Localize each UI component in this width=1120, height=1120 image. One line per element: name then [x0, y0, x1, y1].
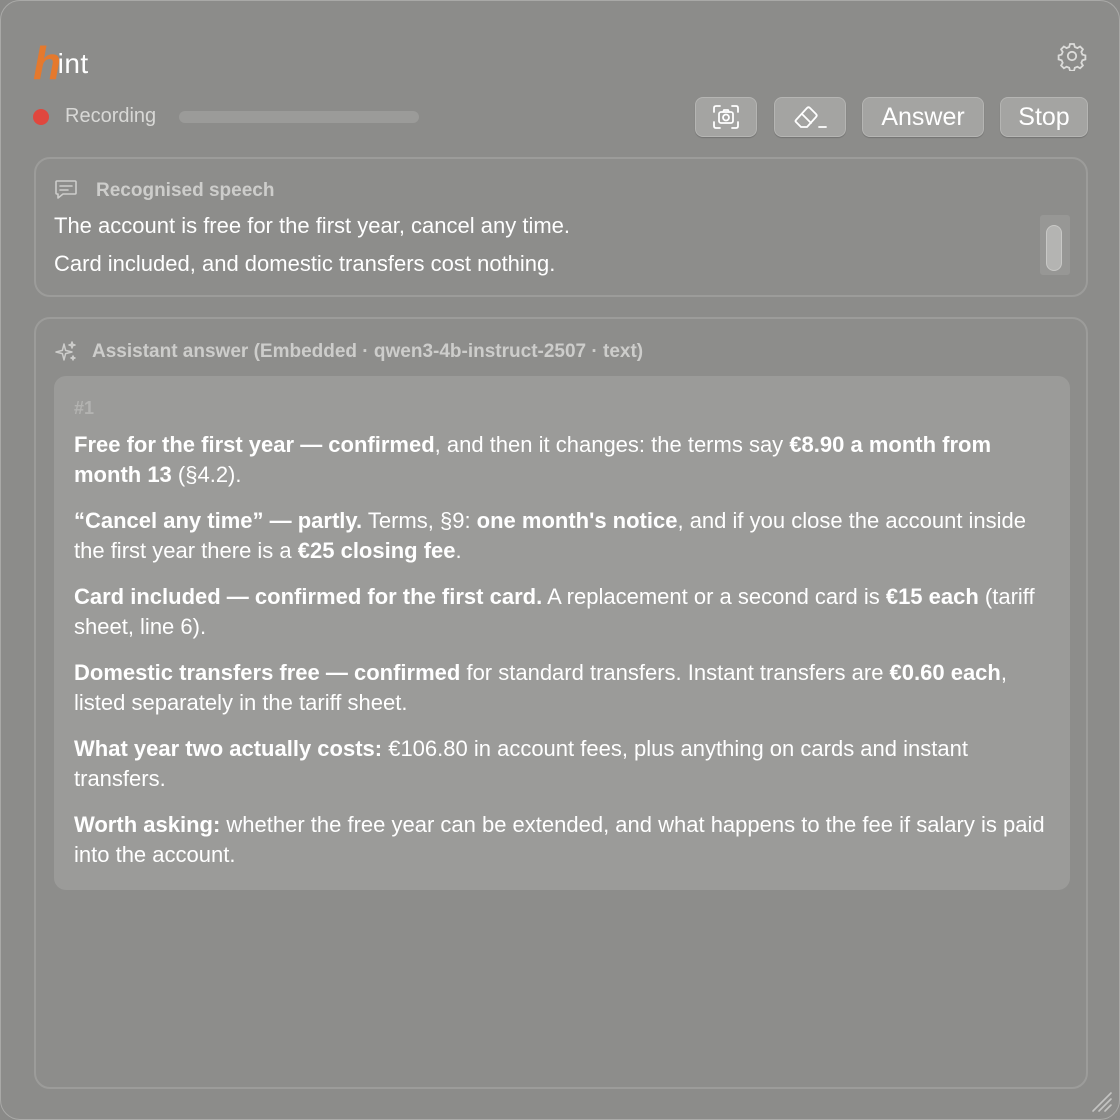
speech-line: The account is free for the first year, …: [54, 213, 571, 238]
speech-scroll-thumb[interactable]: [1046, 225, 1062, 271]
answer-paragraph: Card included — confirmed for the first …: [74, 582, 1050, 642]
speech-line: Card included, and domestic transfers co…: [54, 251, 556, 276]
answer-paragraph: Domestic transfers free — confirmed for …: [74, 658, 1050, 718]
answer-paragraph: What year two actually costs: €106.80 in…: [74, 734, 1050, 794]
answer-panel-title: Assistant answer (Embedded · qwen3-4b-in…: [92, 341, 644, 362]
answer-emphasis: €15 each: [885, 584, 979, 609]
screenshot-button[interactable]: [695, 97, 757, 137]
recording-indicator: [33, 109, 49, 125]
answer-emphasis: What year two actually costs:: [74, 736, 383, 761]
resize-grip-icon[interactable]: [1085, 1085, 1115, 1115]
logo-text: int: [57, 48, 89, 79]
speech-bubble-icon: [55, 180, 77, 199]
speech-panel: Recognised speech The account is free fo…: [34, 157, 1088, 297]
sparkles-icon: [55, 341, 76, 361]
answer-emphasis: Free for the first year — confirmed: [74, 432, 435, 457]
answer-text: .: [455, 538, 462, 563]
answer-text: A replacement or a second card is: [542, 584, 886, 609]
answer-emphasis: “Cancel any time” — partly.: [74, 508, 363, 533]
gear-icon[interactable]: [1057, 41, 1087, 72]
answer-button[interactable]: Answer: [862, 97, 984, 137]
answer-text: for standard transfers. Instant transfer…: [460, 660, 890, 685]
answer-text: Terms, §9:: [362, 508, 477, 533]
answer-card: #1 Free for the first year — confirmed, …: [54, 376, 1070, 890]
answer-paragraph: “Cancel any time” — partly. Terms, §9: o…: [74, 506, 1050, 566]
clear-button[interactable]: [774, 97, 846, 137]
answer-emphasis: Card included — confirmed for the first …: [74, 584, 543, 609]
answer-paragraph: Free for the first year — confirmed, and…: [74, 430, 1050, 490]
speech-panel-title: Recognised speech: [96, 180, 275, 201]
answer-text: , and then it changes: the terms say: [434, 432, 790, 457]
audio-level-bar: [179, 111, 419, 123]
answer-text: whether the free year can be extended, a…: [74, 812, 1045, 867]
stop-button[interactable]: Stop: [1000, 97, 1088, 137]
app-window: hint Recording Answer Stop Recognised sp…: [0, 0, 1120, 1120]
eraser-icon: [794, 106, 827, 128]
answer-emphasis: one month's notice: [476, 508, 678, 533]
answer-emphasis: €25 closing fee: [297, 538, 456, 563]
app-logo: hint: [33, 31, 89, 89]
answer-emphasis: Worth asking:: [74, 812, 221, 837]
camera-viewfinder-icon: [713, 105, 739, 129]
answer-text: (§4.2).: [171, 462, 242, 487]
answer-paragraph: Worth asking: whether the free year can …: [74, 810, 1050, 870]
answer-emphasis: Domestic transfers free — confirmed: [74, 660, 461, 685]
recording-label: Recording: [65, 105, 157, 127]
answer-panel: Assistant answer (Embedded · qwen3-4b-in…: [34, 317, 1088, 1089]
answer-emphasis: €0.60 each: [889, 660, 1001, 685]
answer-number: #1: [74, 398, 95, 418]
